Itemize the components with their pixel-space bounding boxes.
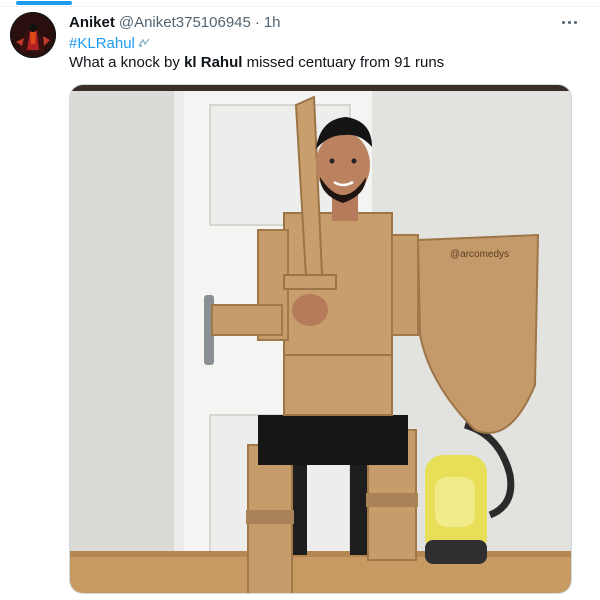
avatar[interactable] <box>10 12 56 58</box>
more-horizontal-icon-dot <box>573 20 577 24</box>
tweet-text: What a knock by kl Rahul missed centuary… <box>69 54 444 74</box>
tweet-timestamp[interactable]: 1h <box>264 14 281 31</box>
media-watermark: @arcomedys <box>450 249 509 260</box>
tweet-text-bold: kl Rahul <box>184 54 243 71</box>
avatar-image <box>10 12 56 58</box>
more-horizontal-icon-dot <box>567 20 571 24</box>
hashtag-link[interactable]: #KLRahul <box>69 35 135 52</box>
tweet-text-start: What a knock by <box>69 54 185 71</box>
divider <box>0 6 600 7</box>
tweet-media[interactable]: @arcomedys <box>69 84 572 594</box>
active-indicator <box>16 1 72 5</box>
more-horizontal-icon <box>561 20 565 24</box>
hashtag-emoji-icon <box>138 38 150 48</box>
author-handle[interactable]: @Aniket375106945 <box>119 14 251 31</box>
top-accent-bar <box>0 0 600 10</box>
media-photo: @arcomedys <box>70 85 571 593</box>
hashtag-row: #KLRahul <box>69 33 150 53</box>
separator-dot: · <box>254 13 260 31</box>
tweet-text-end: missed centuary from 91 runs <box>242 54 445 71</box>
tweet-header: Aniket @Aniket375106945 · 1h <box>69 12 570 32</box>
more-options-button[interactable] <box>558 13 580 31</box>
author-name[interactable]: Aniket <box>69 14 115 31</box>
